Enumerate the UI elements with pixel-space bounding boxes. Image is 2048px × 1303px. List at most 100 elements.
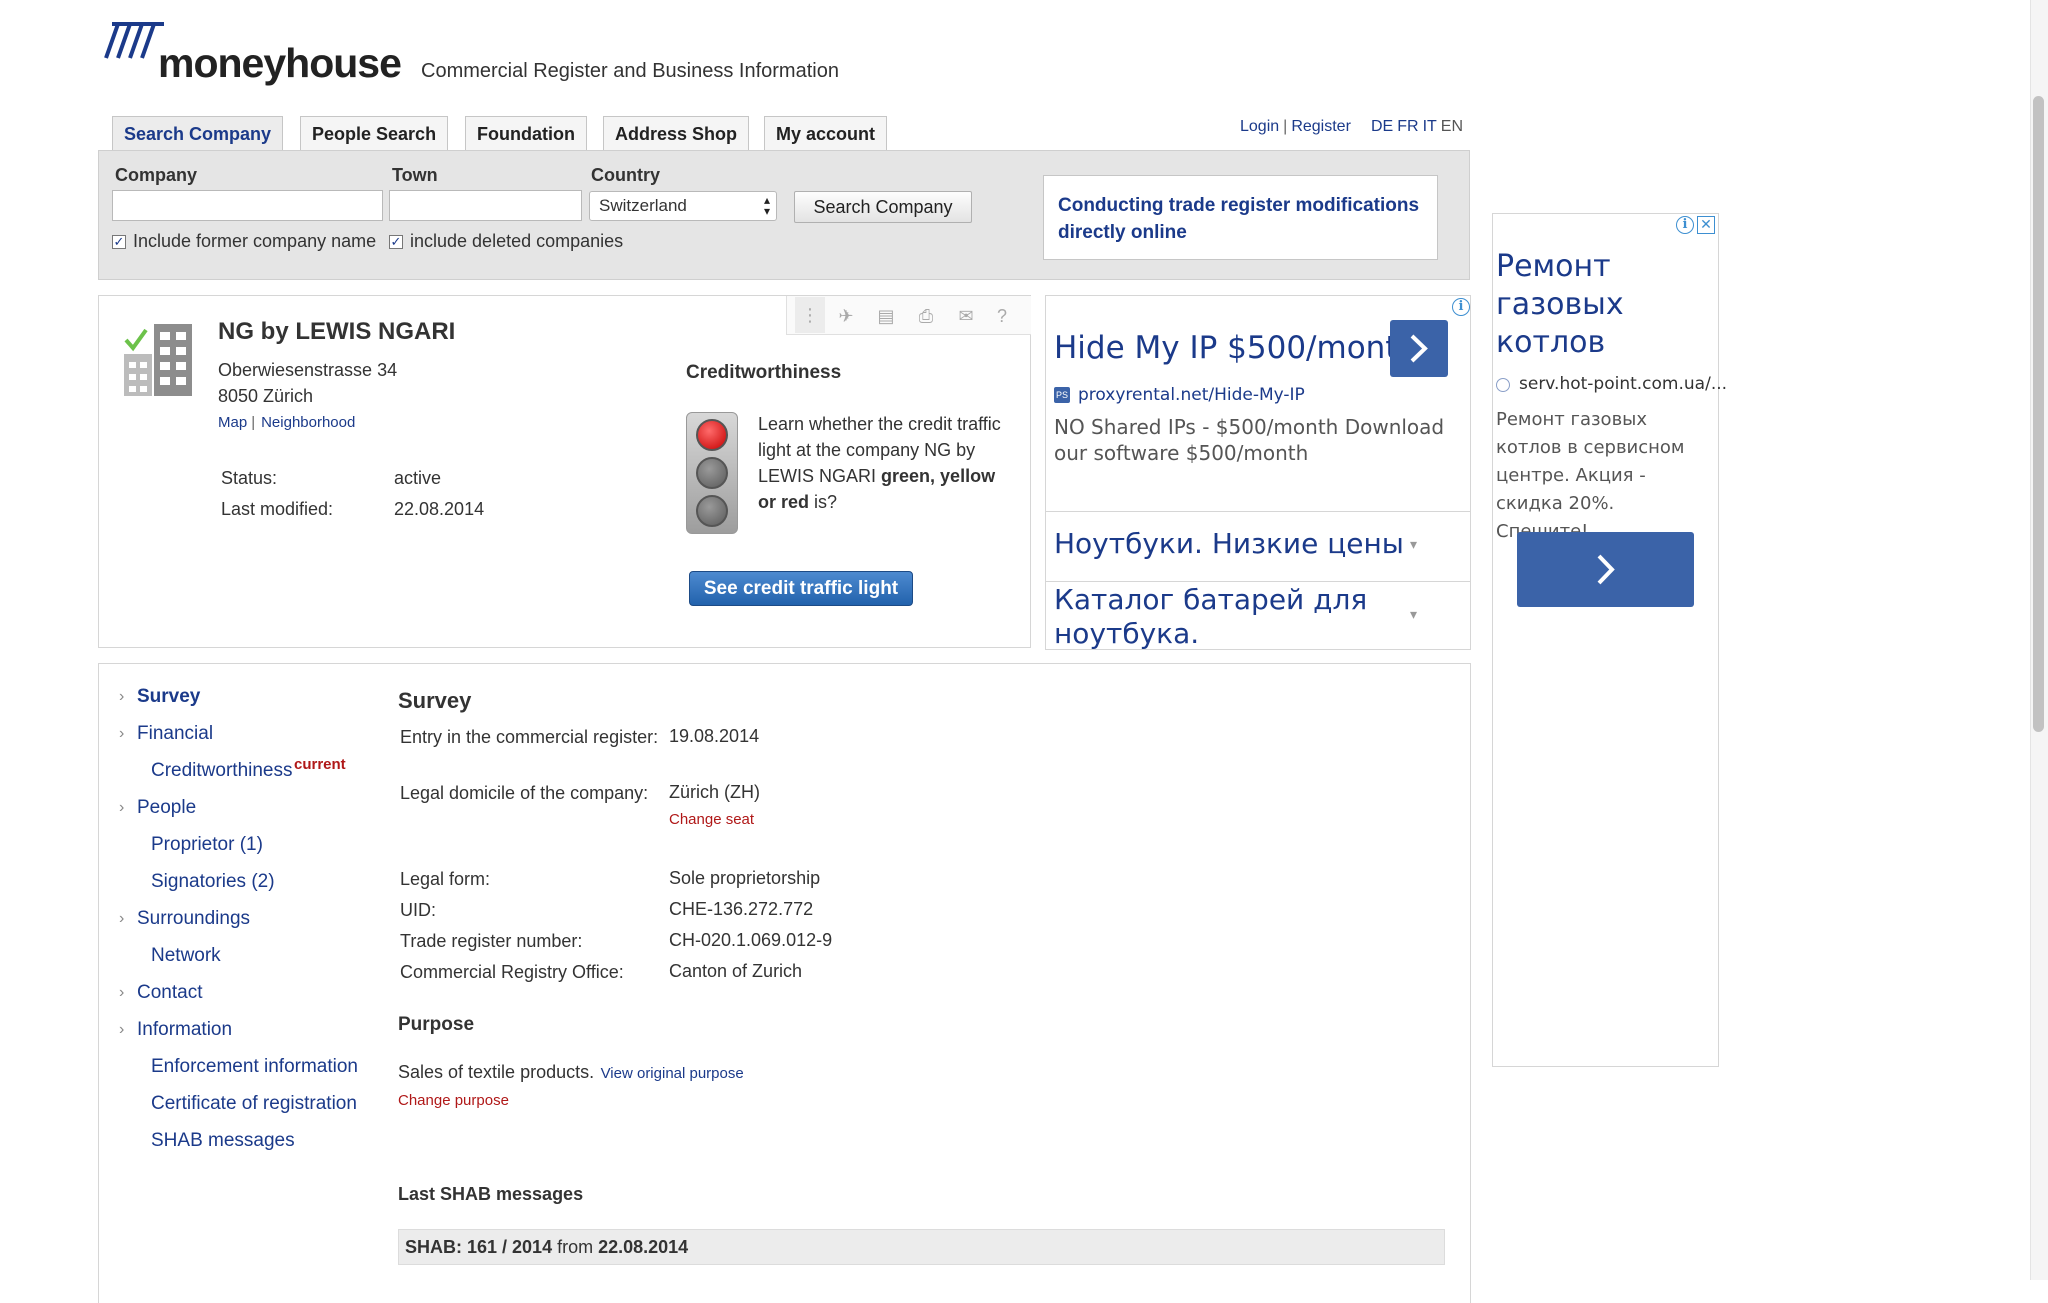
town-input[interactable]	[389, 190, 582, 221]
document-icon[interactable]: ▤	[875, 306, 897, 326]
login-link[interactable]: Login	[1240, 118, 1279, 135]
lang-it[interactable]: IT	[1423, 118, 1437, 135]
chevron-right-icon: ›	[119, 1021, 125, 1038]
watch-icon[interactable]: ✈	[835, 306, 857, 326]
company-name: NG by LEWIS NGARI	[218, 318, 456, 345]
link-separator: |	[1283, 118, 1288, 135]
ad2-title[interactable]: Ремонт газовых котлов	[1496, 248, 1706, 362]
ad-favicon-icon: PS	[1054, 387, 1070, 403]
ad1-arrow-button[interactable]	[1390, 320, 1448, 377]
ad1-row-1-text: Ноутбуки. Низкие цены	[1054, 527, 1404, 560]
domicile-value: Zürich (ZH)	[669, 782, 760, 802]
help-icon[interactable]: ?	[991, 306, 1013, 326]
ad2-url[interactable]: serv.hot-point.com.ua/...	[1519, 374, 1727, 394]
uid-value: CHE-136.272.772	[669, 899, 814, 919]
ad2-description[interactable]: Ремонт газовых котлов в сервисном центре…	[1496, 406, 1711, 546]
map-link[interactable]: Map	[218, 414, 247, 431]
nav-financial[interactable]: Financial	[137, 723, 213, 745]
ad2-arrow-button[interactable]	[1517, 532, 1694, 607]
company-input[interactable]	[112, 190, 383, 221]
last-modified-value[interactable]: 22.08.2014	[394, 499, 484, 520]
trade-register-promo[interactable]: Conducting trade register modifications …	[1043, 175, 1438, 260]
change-purpose-link[interactable]: Change purpose	[398, 1092, 509, 1109]
map-links: Map | Neighborhood	[218, 414, 355, 431]
language-switcher: DE FR IT EN	[1371, 118, 1467, 136]
register-link[interactable]: Register	[1291, 118, 1351, 135]
see-credit-traffic-light-button[interactable]: See credit traffic light	[689, 571, 913, 606]
tab-foundation[interactable]: Foundation	[465, 116, 587, 150]
search-company-button[interactable]: Search Company	[794, 191, 972, 223]
cw-text-2: is?	[809, 492, 838, 512]
ad1-row-2-text: Каталог батарей для ноутбука.	[1054, 583, 1368, 650]
tab-people-search[interactable]: People Search	[300, 116, 449, 150]
ad1-row-2[interactable]: Каталог батарей для ноутбука. ▾	[1045, 581, 1471, 650]
ad-close-icon[interactable]: ✕	[1697, 216, 1715, 234]
registry-office-label: Commercial Registry Office:	[400, 962, 624, 982]
tab-search-company[interactable]: Search Company	[112, 116, 284, 152]
nav-certificate[interactable]: Certificate of registration	[151, 1093, 357, 1115]
change-seat-link[interactable]: Change seat	[669, 811, 754, 828]
legal-form-label: Legal form:	[400, 869, 491, 889]
include-deleted-checkbox[interactable]: ✓	[389, 235, 403, 249]
ad-info-icon[interactable]: i	[1452, 298, 1470, 316]
shab-message-header[interactable]: SHAB: 161 / 2014 from 22.08.2014	[398, 1229, 1445, 1265]
creditworthiness-title: Creditworthiness	[686, 362, 842, 383]
legal-form-value: Sole proprietorship	[669, 868, 821, 888]
scrollbar-thumb[interactable]	[2033, 96, 2044, 732]
logo-icon[interactable]	[104, 22, 166, 60]
nav-people[interactable]: People	[137, 797, 196, 819]
include-deleted-label: include deleted companies	[410, 231, 624, 251]
purpose-row: Sales of textile products. View original…	[398, 1062, 744, 1083]
trade-register-value: CH-020.1.069.012-9	[669, 930, 833, 950]
chevron-down-icon: ▾	[1410, 536, 1418, 552]
ad-info-icon[interactable]: i	[1676, 216, 1694, 234]
nav-information[interactable]: Information	[137, 1019, 232, 1041]
nav-proprietor[interactable]: Proprietor (1)	[151, 834, 263, 856]
shab-date: 22.08.2014	[598, 1237, 689, 1257]
email-icon[interactable]: ✉	[955, 306, 977, 326]
lang-de[interactable]: DE	[1371, 118, 1393, 135]
logo-text[interactable]: moneyhouse	[158, 40, 402, 87]
nav-signatories[interactable]: Signatories (2)	[151, 871, 275, 893]
tab-my-account[interactable]: My account	[764, 116, 888, 150]
entry-label: Entry in the commercial register:	[400, 727, 659, 747]
lang-en[interactable]: EN	[1441, 118, 1463, 135]
nav-network[interactable]: Network	[151, 945, 221, 967]
status-value: active	[394, 468, 442, 488]
ad1-row-1[interactable]: Ноутбуки. Низкие цены ▾	[1045, 511, 1471, 581]
chevron-right-icon: ›	[119, 799, 125, 816]
ad1-url[interactable]: proxyrental.net/Hide-My-IP	[1078, 385, 1305, 405]
ad1-description[interactable]: NO Shared IPs - $500/month Download our …	[1054, 414, 1464, 466]
include-former-checkbox[interactable]: ✓	[112, 235, 126, 249]
view-original-purpose-link[interactable]: View original purpose	[601, 1065, 744, 1082]
green-lamp	[696, 495, 728, 527]
lang-fr[interactable]: FR	[1397, 118, 1418, 135]
yellow-lamp	[696, 457, 728, 489]
nav-survey[interactable]: Survey	[137, 686, 200, 708]
company-building-icon	[124, 324, 192, 396]
globe-icon	[1496, 378, 1510, 392]
chevron-right-icon: ›	[119, 984, 125, 1001]
status-label: Status:	[221, 468, 278, 488]
neighborhood-link[interactable]: Neighborhood	[261, 414, 355, 431]
last-modified-label: Last modified:	[221, 499, 334, 519]
company-street: Oberwiesenstrasse 34	[218, 360, 398, 380]
town-label: Town	[392, 165, 438, 185]
ad1-headline[interactable]: Hide My IP $500/month	[1054, 330, 1417, 366]
registry-office-value: Canton of Zurich	[669, 961, 803, 981]
bookmark-icon[interactable]: ⋮	[795, 297, 825, 333]
nav-enforcement[interactable]: Enforcement information	[151, 1056, 358, 1078]
domicile-label: Legal domicile of the company:	[400, 783, 649, 803]
nav-shab-messages[interactable]: SHAB messages	[151, 1130, 295, 1152]
country-select[interactable]: Switzerland ▴ ▾	[589, 191, 777, 221]
tab-address-shop[interactable]: Address Shop	[603, 116, 750, 150]
nav-creditworthiness[interactable]: Creditworthiness	[151, 760, 293, 782]
purpose-title: Purpose	[398, 1014, 475, 1035]
print-icon[interactable]: ⎙	[915, 306, 937, 326]
nav-surroundings[interactable]: Surroundings	[137, 908, 250, 930]
chevron-right-icon: ›	[119, 910, 125, 927]
chevron-right-icon	[1410, 334, 1428, 363]
shab-from: from	[557, 1237, 594, 1257]
country-selected-value: Switzerland	[599, 196, 687, 215]
nav-contact[interactable]: Contact	[137, 982, 202, 1004]
